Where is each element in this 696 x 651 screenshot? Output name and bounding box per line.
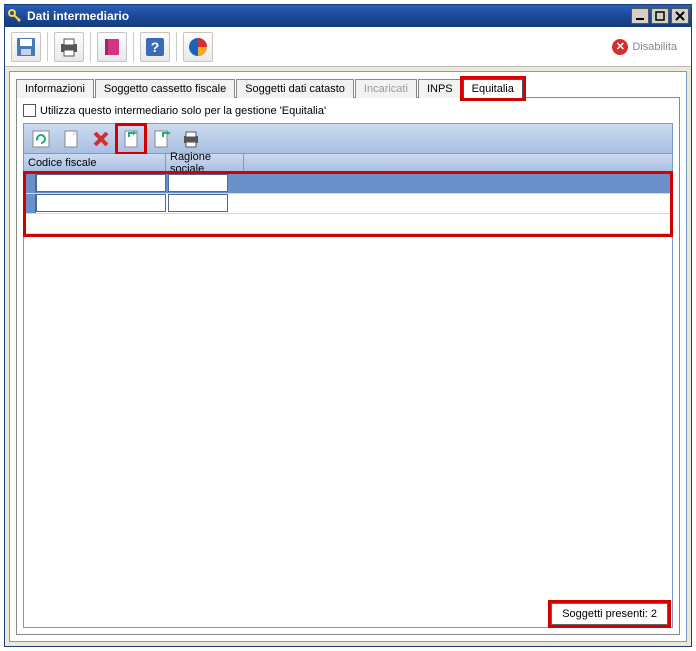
grid-body [24, 172, 672, 236]
delete-button[interactable] [88, 126, 114, 152]
tab-equitalia[interactable]: Equitalia [463, 79, 523, 98]
separator [90, 32, 91, 62]
grid-empty-area [24, 236, 672, 599]
count-box: Soggetti presenti: 2 [551, 603, 668, 625]
checkbox-equitalia-only[interactable] [23, 104, 36, 117]
grid-row[interactable] [26, 194, 670, 214]
cell-codice-fiscale[interactable] [36, 174, 166, 192]
separator [47, 32, 48, 62]
tab-inps[interactable]: INPS [418, 79, 462, 98]
print-button[interactable] [54, 32, 84, 62]
window-title: Dati intermediario [27, 9, 631, 23]
import-button[interactable] [118, 126, 144, 152]
disable-control[interactable]: ✕ Disabilita [612, 39, 685, 55]
footer-row: Soggetti presenti: 2 [24, 599, 672, 627]
save-button[interactable] [11, 32, 41, 62]
tab-incaricati[interactable]: Incaricati [355, 79, 417, 98]
tab-informazioni[interactable]: Informazioni [16, 79, 94, 98]
cell-codice-fiscale[interactable] [36, 194, 166, 212]
cell-ragione-sociale[interactable] [168, 194, 228, 212]
tab-strip: Informazioni Soggetto cassetto fiscale S… [16, 78, 680, 97]
print-list-button[interactable] [178, 126, 204, 152]
help-button[interactable]: ? [140, 32, 170, 62]
inner-panel: Codice fiscale Ragione sociale [23, 123, 673, 628]
tab-panel: Utilizza questo intermediario solo per l… [16, 97, 680, 635]
col-codice-fiscale[interactable]: Codice fiscale [24, 154, 166, 171]
export-button[interactable] [148, 126, 174, 152]
book-button[interactable] [97, 32, 127, 62]
tab-soggetti-catasto[interactable]: Soggetti dati catasto [236, 79, 354, 98]
window-frame: Dati intermediario ? [4, 4, 692, 647]
cell-ragione-sociale[interactable] [168, 174, 228, 192]
separator [133, 32, 134, 62]
main-toolbar: ? ✕ Disabilita [5, 27, 691, 67]
table-header: Codice fiscale Ragione sociale [24, 154, 672, 172]
key-icon [7, 8, 23, 24]
checkbox-label: Utilizza questo intermediario solo per l… [40, 105, 326, 117]
new-button[interactable] [58, 126, 84, 152]
disable-icon: ✕ [612, 39, 628, 55]
close-button[interactable] [671, 8, 689, 24]
grid-row[interactable] [26, 174, 670, 194]
grid-row-blank[interactable] [26, 214, 670, 234]
chart-button[interactable] [183, 32, 213, 62]
col-ragione-sociale[interactable]: Ragione sociale [166, 154, 244, 171]
title-bar: Dati intermediario [5, 5, 691, 27]
svg-text:?: ? [151, 39, 160, 55]
window-controls [631, 8, 689, 24]
disable-label: Disabilita [632, 41, 677, 53]
checkbox-row[interactable]: Utilizza questo intermediario solo per l… [23, 104, 673, 117]
refresh-button[interactable] [28, 126, 54, 152]
minimize-button[interactable] [631, 8, 649, 24]
row-handle[interactable] [26, 174, 36, 193]
grid-rows-highlight [26, 174, 670, 234]
maximize-button[interactable] [651, 8, 669, 24]
inner-toolbar [24, 124, 672, 154]
tab-soggetto-cassetto[interactable]: Soggetto cassetto fiscale [95, 79, 235, 98]
row-handle[interactable] [26, 194, 36, 213]
separator [176, 32, 177, 62]
body-area: Informazioni Soggetto cassetto fiscale S… [9, 71, 687, 642]
